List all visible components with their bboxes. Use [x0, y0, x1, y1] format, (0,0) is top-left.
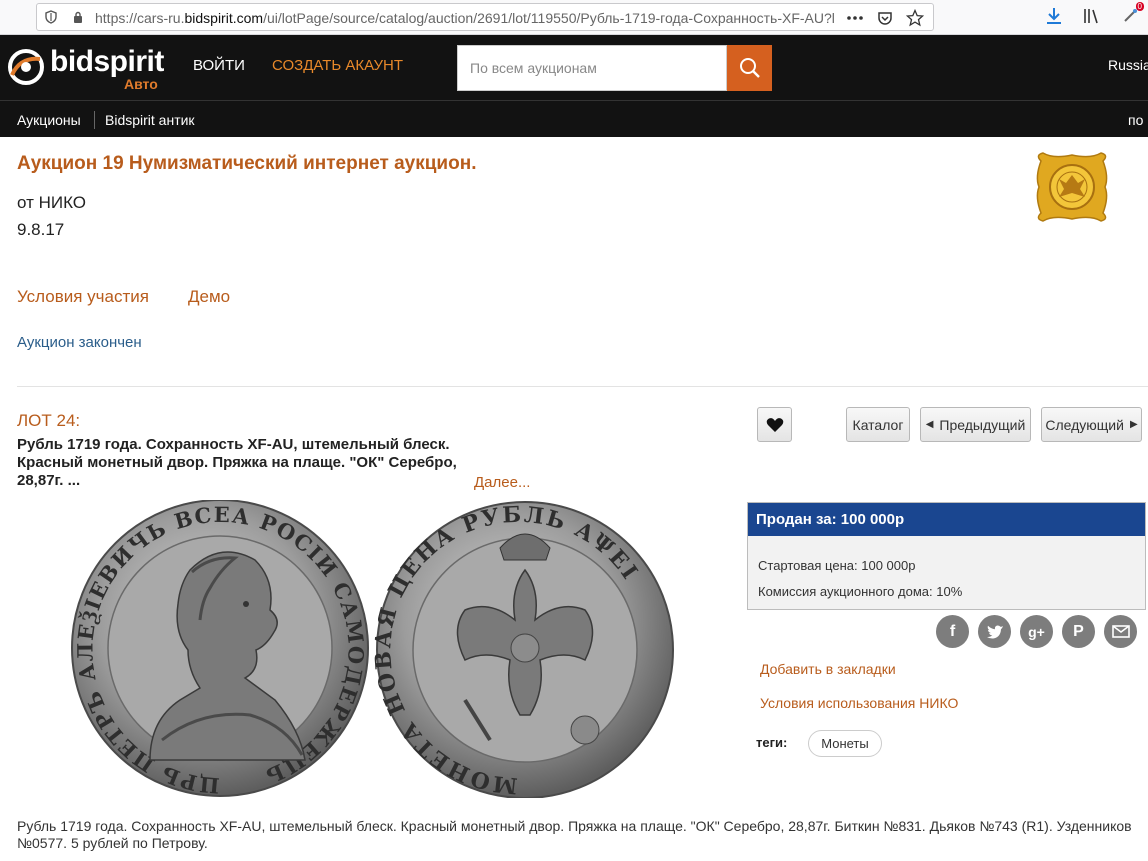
create-account-link[interactable]: СОЗДАТЬ АКАУНТ — [272, 57, 403, 74]
auction-date: 9.8.17 — [17, 220, 65, 239]
language-selector[interactable]: Russia — [1108, 57, 1148, 73]
commission-row: Комиссия аукционного дома: 10% — [758, 584, 962, 599]
lock-icon[interactable] — [73, 11, 83, 23]
email-icon[interactable] — [1104, 615, 1137, 648]
read-more-link[interactable]: Далее... — [474, 474, 530, 491]
nav-auctions[interactable]: Аукционы — [17, 112, 81, 128]
catalog-button-label: Каталог — [852, 416, 904, 433]
pinterest-icon[interactable]: P — [1062, 615, 1095, 648]
sold-price: Продан за: 100 000р — [748, 503, 1145, 536]
start-price-value: 100 000р — [861, 558, 916, 573]
demo-link[interactable]: Демо — [188, 287, 230, 307]
start-price-row: Стартовая цена: 100 000р — [758, 558, 915, 573]
heart-icon — [766, 417, 783, 432]
pocket-icon[interactable] — [875, 8, 895, 28]
caret-right-icon: ▶ — [1129, 419, 1138, 430]
auction-title[interactable]: Аукцион 19 Нумизматический интернет аукц… — [17, 153, 476, 175]
library-icon[interactable] — [1082, 6, 1102, 26]
coin-obverse: ЦРЬ ПЕТРЪ АЛЕѮIЕВИЧЬ ВСЕА РОСIИ САМОДЕРЖ… — [71, 500, 369, 798]
tag-label: Монеты — [821, 736, 869, 751]
catalog-button[interactable]: Каталог — [846, 407, 910, 442]
price-panel: Продан за: 100 000р Стартовая цена: 100 … — [747, 502, 1146, 610]
divider — [17, 386, 1148, 387]
lot-title: Рубль 1719 года. Сохранность XF-AU, штем… — [17, 436, 457, 489]
search-icon — [739, 58, 760, 78]
niko-terms-link[interactable]: Условия использования НИКО — [760, 695, 958, 711]
logo-icon — [8, 49, 44, 85]
search-button[interactable] — [727, 45, 772, 91]
favorite-button[interactable] — [757, 407, 792, 442]
auction-status: Аукцион закончен — [17, 334, 142, 351]
tag-coins[interactable]: Монеты — [808, 730, 882, 757]
lot-image[interactable]: ЦРЬ ПЕТРЪ АЛЕѮIЕВИЧЬ ВСЕА РОСIИ САМОДЕРЖ… — [70, 500, 675, 798]
auction-house: от НИКО — [17, 193, 87, 212]
facebook-icon[interactable]: f — [936, 615, 969, 648]
nav-antique[interactable]: Bidspirit антик — [105, 112, 195, 128]
bookmark-star-icon[interactable] — [905, 8, 925, 28]
more-actions-icon[interactable] — [845, 8, 865, 28]
next-button-label: Следующий — [1045, 416, 1124, 433]
search-input[interactable] — [457, 45, 727, 91]
caret-left-icon: ◀ — [925, 419, 934, 430]
login-link[interactable]: ВОЙТИ — [193, 57, 245, 74]
browser-toolbar: https://cars-ru.bidspirit.com/ui/lotPage… — [0, 0, 1148, 35]
url-text[interactable]: https://cars-ru.bidspirit.com/ui/lotPage… — [95, 10, 865, 26]
start-price-label: Стартовая цена: — [758, 558, 858, 573]
auction-house-logo[interactable] — [1033, 151, 1111, 223]
lot-description: Рубль 1719 года. Сохранность XF-AU, штем… — [17, 818, 1132, 851]
commission-value: 10% — [936, 584, 963, 599]
address-bar[interactable]: https://cars-ru.bidspirit.com/ui/lotPage… — [36, 3, 934, 31]
previous-button-label: Предыдущий — [939, 416, 1026, 433]
participation-terms-link[interactable]: Условия участия — [17, 287, 149, 307]
tags-label: теги: — [756, 735, 788, 750]
commission-label: Комиссия аукционного дома: — [758, 584, 933, 599]
previous-lot-button[interactable]: ◀ Предыдущий — [920, 407, 1031, 442]
nav-divider — [94, 111, 95, 129]
sub-navigation: Аукционы Bidspirit антик по — [0, 100, 1148, 137]
shield-icon[interactable] — [45, 10, 57, 24]
next-lot-button[interactable]: Следующий ▶ — [1041, 407, 1142, 442]
add-bookmark-link[interactable]: Добавить в закладки — [760, 661, 896, 677]
bidspirit-logo[interactable]: bidspirit Авто — [6, 43, 171, 93]
google-plus-icon[interactable]: g+ — [1020, 615, 1053, 648]
search-bar — [457, 45, 772, 91]
logo-text: bidspirit — [50, 45, 164, 78]
extension-icon[interactable]: 0 — [1120, 2, 1144, 26]
nav-right-item[interactable]: по — [1128, 112, 1143, 128]
site-header: bidspirit Авто ВОЙТИ СОЗДАТЬ АКАУНТ Russ… — [0, 35, 1148, 100]
notification-badge: 0 — [1135, 2, 1144, 11]
twitter-icon[interactable] — [978, 615, 1011, 648]
lot-number: ЛОТ 24: — [17, 411, 81, 430]
download-icon[interactable] — [1044, 6, 1064, 26]
coin-reverse: МОНЕТА НОВАЯ ЦЕНА РУБЛЬ АΨЕI — [370, 501, 674, 798]
logo-subtitle: Авто — [124, 76, 158, 92]
